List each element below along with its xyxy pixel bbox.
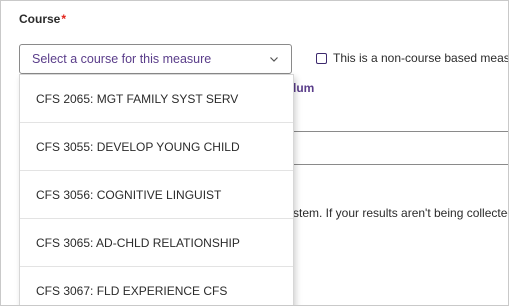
checkbox-box[interactable] [316, 52, 327, 64]
course-label-text: Course [19, 12, 61, 26]
non-course-checkbox-label: This is a non-course based measure [333, 51, 509, 65]
field-underline [293, 164, 508, 165]
help-text-fragment: system. If your results aren't being col… [281, 206, 509, 220]
course-dropdown-menu: CFS 2065: MGT FAMILY SYST SERV CFS 3055:… [19, 74, 294, 305]
dropdown-option[interactable]: CFS 3067: FLD EXPERIENCE CFS [20, 267, 293, 305]
course-select-placeholder: Select a course for this measure [32, 52, 212, 66]
dropdown-option[interactable]: CFS 3056: COGNITIVE LINGUIST [20, 171, 293, 219]
field-underline [293, 131, 508, 132]
course-select[interactable]: Select a course for this measure [19, 44, 292, 74]
required-marker: * [61, 12, 67, 26]
course-form: Course* Select a course for this measure… [0, 0, 509, 306]
dropdown-option[interactable]: CFS 2065: MGT FAMILY SYST SERV [20, 75, 293, 123]
non-course-checkbox[interactable]: This is a non-course based measure [316, 51, 509, 65]
curriculum-label-fragment: lum [293, 81, 315, 95]
dropdown-option[interactable]: CFS 3055: DEVELOP YOUNG CHILD [20, 123, 293, 171]
course-label: Course* [19, 12, 66, 26]
chevron-down-icon [269, 54, 279, 64]
dropdown-option[interactable]: CFS 3065: AD-CHLD RELATIONSHIP [20, 219, 293, 267]
